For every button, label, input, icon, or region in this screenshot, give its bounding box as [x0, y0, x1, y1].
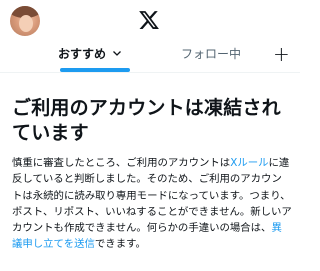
tab-recommended-label: おすすめ [58, 47, 107, 61]
message-part-1: 慎重に審査したところ、ご利用のアカウントは [12, 157, 231, 169]
tab-following[interactable]: フォロー中 [181, 42, 241, 72]
tab-following-label: フォロー中 [181, 47, 242, 61]
suspension-message: 慎重に審査したところ、ご利用のアカウントはXルールに違反していると判断しました。… [12, 155, 292, 253]
x-rules-link[interactable]: Xルール [230, 157, 268, 169]
chevron-down-icon[interactable] [112, 42, 122, 66]
avatar-face [19, 15, 33, 32]
timeline-tabs: おすすめ フォロー中 + [0, 42, 300, 73]
message-part-3: できます。 [94, 238, 146, 251]
plus-icon[interactable]: + [273, 44, 290, 64]
x-logo-icon[interactable] [138, 9, 160, 31]
user-avatar[interactable] [10, 6, 40, 36]
selected-tab-indicator [60, 68, 130, 72]
suspension-title: ご利用のアカウントは凍結されています [12, 97, 281, 144]
